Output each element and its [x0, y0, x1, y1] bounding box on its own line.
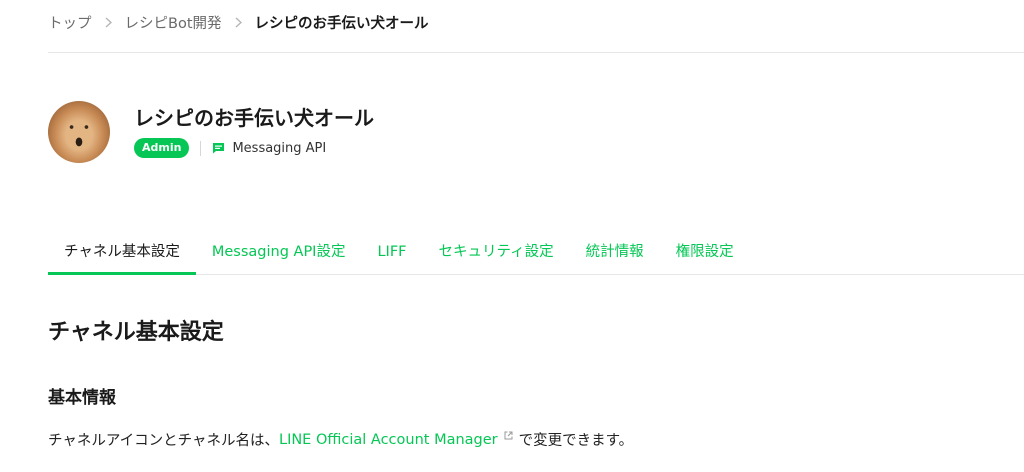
desc-prefix: チャネルアイコンとチャネル名は、 [48, 433, 279, 449]
breadcrumb-provider[interactable]: レシピBot開発 [125, 12, 222, 33]
meta-divider [200, 140, 202, 156]
role-badge: Admin [134, 138, 190, 158]
tab-statistics[interactable]: 統計情報 [570, 232, 660, 272]
channel-type: Messaging API [232, 140, 327, 156]
settings-tabs: チャネル基本設定 Messaging API設定 LIFF セキュリティ設定 統… [48, 232, 1024, 275]
tab-liff[interactable]: LIFF [361, 232, 422, 272]
header-divider [48, 52, 1024, 53]
breadcrumb-top[interactable]: トップ [48, 12, 92, 33]
tab-messaging-api[interactable]: Messaging API設定 [196, 232, 362, 272]
page-title: チャネル基本設定 [48, 320, 224, 345]
basic-info-description: チャネルアイコンとチャネル名は、 LINE Official Account M… [48, 429, 633, 450]
breadcrumb-current: レシピのお手伝い犬オール [254, 15, 429, 32]
channel-name: レシピのお手伝い犬オール [134, 106, 374, 130]
oa-manager-link[interactable]: LINE Official Account Manager [279, 432, 498, 448]
section-title: 基本情報 [48, 388, 116, 408]
channel-avatar [48, 101, 110, 163]
channel-meta: Admin Messaging API [134, 137, 326, 159]
chevron-right-icon [235, 16, 242, 28]
tab-basic-settings[interactable]: チャネル基本設定 [48, 232, 196, 275]
tab-security[interactable]: セキュリティ設定 [423, 232, 570, 272]
tab-roles[interactable]: 権限設定 [660, 232, 750, 272]
chat-bubble-icon [212, 142, 225, 154]
breadcrumb: トップ レシピBot開発 レシピのお手伝い犬オール [48, 10, 429, 34]
desc-suffix: で変更できます。 [518, 433, 634, 449]
chevron-right-icon [105, 16, 112, 28]
external-link-icon [504, 431, 513, 440]
